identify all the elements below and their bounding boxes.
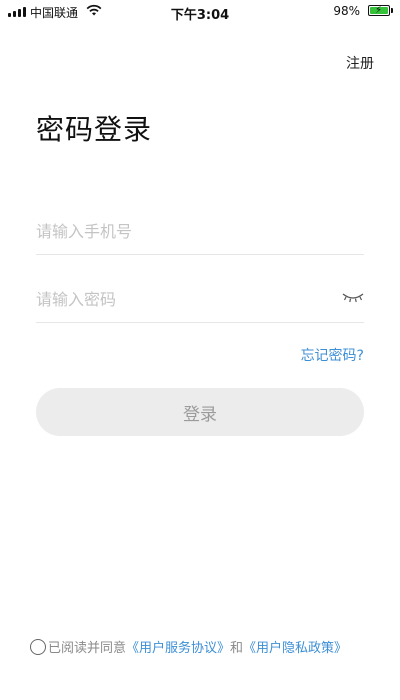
register-link[interactable]: 注册 bbox=[346, 53, 374, 73]
status-bar: 中国联通 下午3:04 98% ⚡ bbox=[0, 0, 400, 24]
page-title: 密码登录 bbox=[36, 113, 153, 146]
battery-cap bbox=[391, 8, 393, 13]
user-agreement-link[interactable]: 《用户服务协议》 bbox=[126, 637, 230, 656]
agreement-row: 已阅读并同意 《用户服务协议》 和 《用户隐私政策》 bbox=[30, 637, 390, 656]
agreement-conjunction: 和 bbox=[230, 641, 244, 656]
forgot-password-link[interactable]: 忘记密码? bbox=[301, 345, 364, 365]
battery-charging-icon: ⚡ bbox=[368, 5, 390, 16]
phone-field bbox=[36, 208, 364, 255]
agree-checkbox[interactable] bbox=[30, 638, 46, 655]
battery-percent: 98% bbox=[333, 4, 360, 18]
privacy-policy-link[interactable]: 《用户隐私政策》 bbox=[243, 637, 347, 656]
login-screen: 中国联通 下午3:04 98% ⚡ 注册 密码登录 忘记 bbox=[0, 0, 400, 700]
login-button[interactable]: 登录 bbox=[36, 388, 364, 436]
phone-input[interactable] bbox=[36, 208, 326, 254]
password-input[interactable] bbox=[36, 276, 326, 322]
battery-level: ⚡ bbox=[370, 5, 388, 16]
agreement-prefix: 已阅读并同意 bbox=[48, 641, 127, 656]
password-field bbox=[36, 276, 364, 323]
charging-bolt-icon: ⚡ bbox=[375, 5, 383, 16]
eye-closed-icon[interactable] bbox=[342, 290, 364, 304]
